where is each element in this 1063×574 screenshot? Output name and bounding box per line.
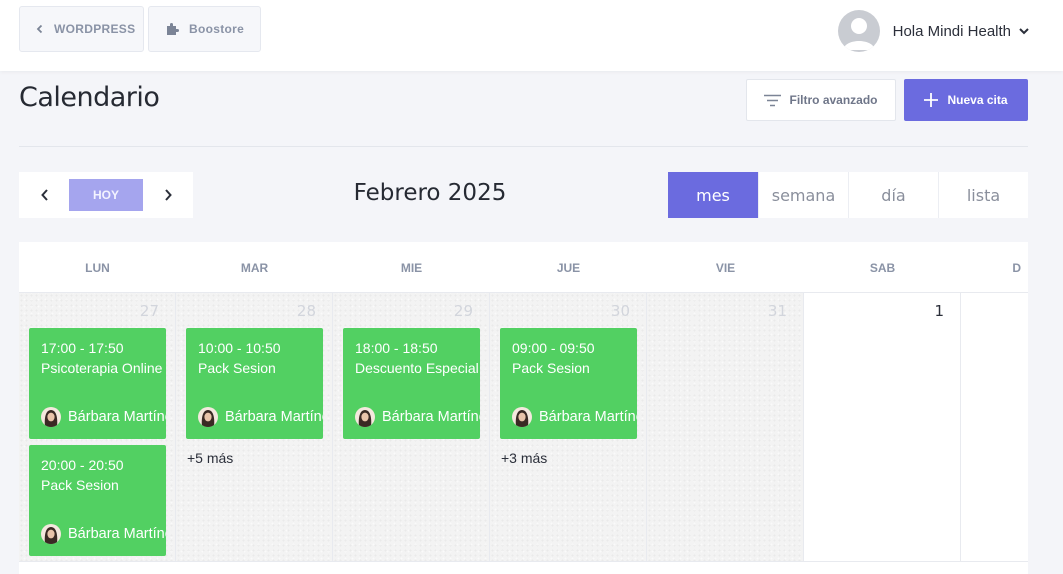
view-switcher: mes semana día lista (668, 172, 1028, 218)
more-events-link[interactable]: +3 más (501, 450, 547, 466)
view-day-button[interactable]: día (848, 172, 938, 218)
appointment-event[interactable]: 10:00 - 10:50 Pack Sesion Bárbara Martín… (186, 328, 323, 439)
day-number: 31 (767, 302, 787, 320)
weekday-label: MIE (400, 260, 423, 275)
header-divider (19, 146, 1028, 147)
appointment-event[interactable]: 09:00 - 09:50 Pack Sesion Bárbara Martín… (500, 328, 637, 439)
day-cell[interactable]: 30 09:00 - 09:50 Pack Sesion Bárbara Mar… (490, 293, 647, 561)
prev-month-button[interactable] (25, 172, 65, 218)
more-events-link[interactable]: +5 más (187, 450, 233, 466)
user-menu[interactable]: Hola Mindi Health (837, 10, 1029, 52)
chevron-down-icon (1019, 27, 1029, 35)
month-title: Febrero 2025 (353, 180, 507, 206)
professional-avatar (512, 407, 532, 427)
event-time: 17:00 - 17:50 (41, 340, 124, 356)
calendar-nav: HOY (19, 172, 193, 218)
day-number: 29 (453, 302, 473, 320)
weekday-label: MAR (240, 260, 269, 275)
weekday-header: LUN MAR MIE JUE VIE SAB D (19, 242, 1028, 293)
view-week-button[interactable]: semana (758, 172, 848, 218)
event-time: 09:00 - 09:50 (512, 340, 595, 356)
event-time: 10:00 - 10:50 (198, 340, 281, 356)
event-time: 18:00 - 18:50 (355, 340, 438, 356)
professional-name: Bárbara Martínez (68, 409, 166, 425)
week-row-divider (19, 561, 1028, 562)
event-professional: Bárbara Martínez (355, 407, 480, 427)
professional-name: Bárbara Martínez (382, 409, 480, 425)
advanced-filter-label: Filtro avanzado (789, 93, 878, 107)
weekday-label: LUN (85, 260, 110, 275)
wordpress-label: WORDPRESS (54, 22, 136, 36)
day-cell[interactable]: 29 18:00 - 18:50 Descuento Especial Bárb… (333, 293, 490, 561)
appointment-event[interactable]: 18:00 - 18:50 Descuento Especial Bárbara… (343, 328, 480, 439)
puzzle-icon (165, 22, 179, 36)
advanced-filter-button[interactable]: Filtro avanzado (746, 79, 896, 121)
boostore-label: Boostore (189, 22, 245, 36)
day-cell[interactable] (961, 293, 1028, 561)
new-appointment-label: Nueva cita (947, 93, 1008, 107)
top-bar: WORDPRESS Boostore Hola Mindi Health (0, 0, 1063, 71)
weekday-label: VIE (715, 260, 736, 275)
day-number: 1 (934, 302, 944, 320)
day-number: 30 (610, 302, 630, 320)
professional-name: Bárbara Martínez (68, 526, 166, 542)
appointment-event[interactable]: 17:00 - 17:50 Psicoterapia Online Bárbar… (29, 328, 166, 439)
event-professional: Bárbara Martínez (41, 407, 166, 427)
event-professional: Bárbara Martínez (512, 407, 637, 427)
user-avatar (837, 10, 880, 52)
calendar-grid: LUN MAR MIE JUE VIE SAB D 27 17:00 - 17:… (19, 242, 1028, 574)
weekday-label: SAB (869, 260, 896, 275)
day-cell[interactable]: 27 17:00 - 17:50 Psicoterapia Online Bár… (19, 293, 176, 561)
wordpress-back-button[interactable]: WORDPRESS (19, 6, 144, 52)
view-list-button[interactable]: lista (938, 172, 1028, 218)
view-month-button[interactable]: mes (668, 172, 758, 218)
day-cell[interactable]: 28 10:00 - 10:50 Pack Sesion Bárbara Mar… (176, 293, 333, 561)
professional-name: Bárbara Martínez (539, 409, 637, 425)
chevron-left-icon (41, 189, 48, 201)
event-title: Pack Sesion (512, 360, 590, 376)
today-button[interactable]: HOY (69, 179, 143, 211)
event-professional: Bárbara Martínez (41, 524, 166, 544)
page-title: Calendario (19, 82, 160, 113)
chevron-right-icon (165, 189, 172, 201)
next-month-button[interactable] (148, 172, 188, 218)
plus-icon (924, 93, 939, 107)
professional-avatar (41, 407, 61, 427)
filter-icon (764, 94, 782, 107)
day-number: 28 (296, 302, 316, 320)
event-title: Descuento Especial (355, 360, 479, 376)
event-title: Psicoterapia Online (41, 360, 163, 376)
appointment-event[interactable]: 20:00 - 20:50 Pack Sesion Bárbara Martín… (29, 445, 166, 556)
weekday-label: JUE (556, 260, 581, 275)
new-appointment-button[interactable]: Nueva cita (904, 79, 1028, 121)
boostore-button[interactable]: Boostore (148, 6, 261, 52)
user-greeting: Hola Mindi Health (892, 22, 1011, 40)
event-title: Pack Sesion (198, 360, 276, 376)
event-title: Pack Sesion (41, 477, 119, 493)
event-time: 20:00 - 20:50 (41, 457, 124, 473)
professional-name: Bárbara Martínez (225, 409, 323, 425)
day-number: 27 (139, 302, 159, 320)
chevron-left-icon (36, 24, 44, 34)
professional-avatar (198, 407, 218, 427)
day-cell[interactable]: 31 (647, 293, 804, 561)
day-cell[interactable]: 1 (804, 293, 961, 561)
professional-avatar (41, 524, 61, 544)
event-professional: Bárbara Martínez (198, 407, 323, 427)
weekday-label: D (1012, 260, 1021, 275)
professional-avatar (355, 407, 375, 427)
